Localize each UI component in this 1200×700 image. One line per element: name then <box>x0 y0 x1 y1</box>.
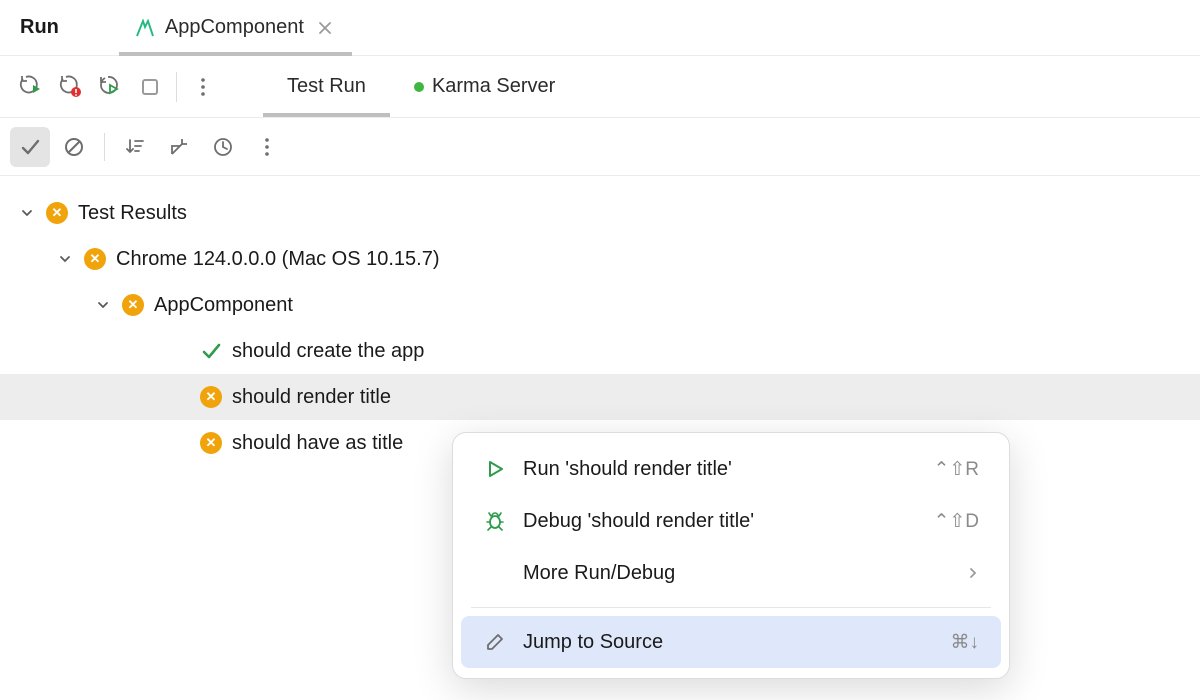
test-filter-bar <box>0 118 1200 176</box>
tree-node-label: AppComponent <box>154 294 293 317</box>
tree-node-label: Test Results <box>78 202 187 225</box>
run-config-tab-label: AppComponent <box>165 16 304 39</box>
menu-item-label: Run 'should render title' <box>523 458 917 481</box>
subtab-label: Test Run <box>287 75 366 98</box>
menu-item-label: Debug 'should render title' <box>523 510 917 533</box>
menu-item-jump-to-source[interactable]: Jump to Source ⌘↓ <box>461 616 1001 668</box>
menu-item-more-run-debug[interactable]: More Run/Debug <box>461 547 1001 599</box>
karma-icon <box>135 19 155 37</box>
sort-button[interactable] <box>115 127 155 167</box>
menu-item-shortcut: ⌃⇧R <box>933 458 979 481</box>
tree-node-browser[interactable]: Chrome 124.0.0.0 (Mac OS 10.15.7) <box>0 236 1200 282</box>
expand-collapse-button[interactable] <box>159 127 199 167</box>
tree-node-label: should render title <box>232 386 391 409</box>
blank-icon <box>483 561 507 585</box>
menu-separator <box>471 607 991 608</box>
context-menu: Run 'should render title' ⌃⇧R Debug 'sho… <box>452 432 1010 679</box>
status-fail-icon <box>84 248 106 270</box>
output-subtabs: Test Run Karma Server <box>263 56 579 117</box>
status-pass-icon <box>200 340 222 362</box>
filter-more-button[interactable] <box>247 127 287 167</box>
tree-node-label: should have as title <box>232 432 403 455</box>
close-tab-icon[interactable] <box>314 17 336 39</box>
window-header: Run AppComponent <box>0 0 1200 56</box>
tree-node-suite[interactable]: AppComponent <box>0 282 1200 328</box>
rerun-button[interactable] <box>10 67 50 107</box>
toggle-auto-test-button[interactable] <box>90 67 130 107</box>
tree-node-root[interactable]: Test Results <box>0 190 1200 236</box>
show-ignored-toggle[interactable] <box>54 127 94 167</box>
toolbar-separator <box>176 72 177 102</box>
stop-button[interactable] <box>130 67 170 107</box>
chevron-down-icon[interactable] <box>94 296 112 314</box>
menu-item-label: Jump to Source <box>523 631 935 654</box>
run-toolbar: Test Run Karma Server <box>0 56 1200 118</box>
menu-item-label: More Run/Debug <box>523 562 951 585</box>
tree-node-test[interactable]: should render title <box>0 374 1200 420</box>
status-fail-icon <box>200 386 222 408</box>
subtab-karma-server[interactable]: Karma Server <box>390 56 579 117</box>
rerun-failed-button[interactable] <box>50 67 90 107</box>
history-button[interactable] <box>203 127 243 167</box>
menu-item-debug[interactable]: Debug 'should render title' ⌃⇧D <box>461 495 1001 547</box>
play-icon <box>483 457 507 481</box>
chevron-down-icon[interactable] <box>56 250 74 268</box>
menu-item-shortcut: ⌃⇧D <box>933 510 979 533</box>
server-status-dot-icon <box>414 82 424 92</box>
subtab-label: Karma Server <box>432 75 555 98</box>
tree-node-label: should create the app <box>232 340 424 363</box>
edit-icon <box>483 630 507 654</box>
more-actions-button[interactable] <box>183 67 223 107</box>
bug-icon <box>483 509 507 533</box>
filterbar-divider <box>104 133 105 161</box>
subtab-underline <box>263 113 390 117</box>
subtab-test-run[interactable]: Test Run <box>263 56 390 117</box>
tree-node-test[interactable]: should create the app <box>0 328 1200 374</box>
run-config-tab[interactable]: AppComponent <box>119 0 352 55</box>
status-fail-icon <box>122 294 144 316</box>
chevron-down-icon[interactable] <box>18 204 36 222</box>
menu-item-shortcut: ⌘↓ <box>951 631 980 654</box>
tree-node-label: Chrome 124.0.0.0 (Mac OS 10.15.7) <box>116 248 440 271</box>
tool-window-title: Run <box>8 16 71 39</box>
chevron-right-icon <box>967 567 979 579</box>
menu-item-run[interactable]: Run 'should render title' ⌃⇧R <box>461 443 1001 495</box>
status-fail-icon <box>200 432 222 454</box>
show-passed-toggle[interactable] <box>10 127 50 167</box>
status-fail-icon <box>46 202 68 224</box>
